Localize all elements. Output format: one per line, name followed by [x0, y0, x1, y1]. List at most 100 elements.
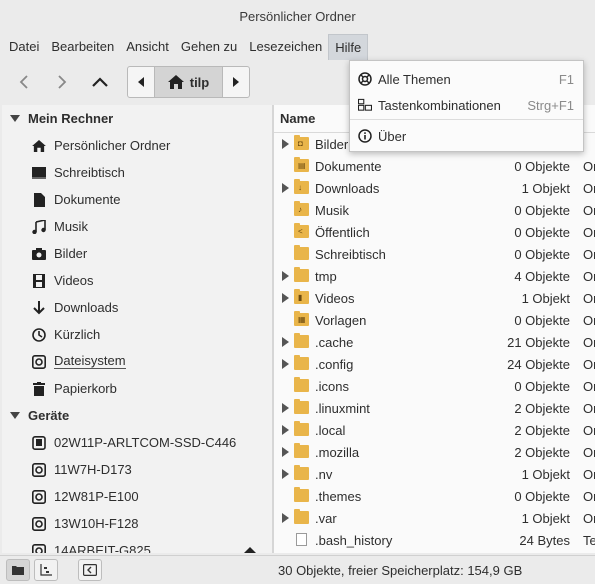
expander-icon[interactable]: [282, 445, 292, 460]
folder-icon: ♪: [294, 201, 309, 216]
sidebar-item-label: 12W81P-E100: [54, 489, 139, 504]
sidebar-item-label: Papierkorb: [54, 381, 117, 396]
expander-icon[interactable]: [282, 401, 292, 416]
path-scroll-left-button[interactable]: [128, 67, 154, 97]
file-type: Or: [583, 378, 595, 394]
menu-item-ueber[interactable]: Über: [350, 123, 583, 149]
sidebar-item-documents[interactable]: Dokumente: [2, 186, 272, 213]
toggle-tree-button[interactable]: [34, 559, 58, 581]
chevron-left-icon: [19, 75, 28, 89]
sidebar-item-device[interactable]: 02W11P-ARLTCOM-SSD-C446: [2, 429, 272, 456]
back-button[interactable]: [9, 66, 39, 98]
folder-icon: ▦: [294, 311, 309, 326]
sidebar-item-device[interactable]: 12W81P-E100: [2, 483, 272, 510]
menu-gehen-zu[interactable]: Gehen zu: [175, 34, 243, 60]
sidebar-item-filesystem[interactable]: Dateisystem: [2, 348, 272, 375]
file-row[interactable]: .config 24 Objekte Or: [274, 353, 595, 375]
menu-bearbeiten[interactable]: Bearbeiten: [45, 34, 120, 60]
sidebar-item-videos[interactable]: Videos: [2, 267, 272, 294]
sidebar: Mein Rechner Persönlicher Ordner Schreib…: [2, 105, 272, 553]
camera-icon: [32, 247, 46, 261]
sidebar-item-device[interactable]: 11W7H-D173: [2, 456, 272, 483]
expander-icon[interactable]: [282, 137, 292, 152]
sidebar-item-pictures[interactable]: Bilder: [2, 240, 272, 267]
file-row[interactable]: ▮ Videos 1 Objekt Or: [274, 287, 595, 309]
file-row[interactable]: .local 2 Objekte Or: [274, 419, 595, 441]
expander-icon[interactable]: [282, 335, 292, 350]
file-row[interactable]: ↓ Downloads 1 Objekt Or: [274, 177, 595, 199]
path-segment-home[interactable]: tilp: [153, 67, 224, 97]
file-row[interactable]: ♪ Musik 0 Objekte Or: [274, 199, 595, 221]
sidebar-item-label: Schreibtisch: [54, 165, 125, 180]
sidebar-item-downloads[interactable]: Downloads: [2, 294, 272, 321]
file-name: .bash_history: [315, 532, 393, 548]
expander-icon[interactable]: [282, 423, 292, 438]
expander-icon[interactable]: [282, 511, 292, 526]
file-row[interactable]: < Öffentlich 0 Objekte Or: [274, 221, 595, 243]
chevron-right-icon: [58, 75, 67, 89]
file-row[interactable]: ▦ Vorlagen 0 Objekte Or: [274, 309, 595, 331]
home-icon: [32, 139, 46, 153]
forward-button[interactable]: [47, 66, 77, 98]
file-type: Te: [583, 532, 595, 548]
expander-icon[interactable]: [282, 467, 292, 482]
folder-icon: [294, 355, 309, 370]
menu-lesezeichen[interactable]: Lesezeichen: [243, 34, 328, 60]
sidebar-item-home[interactable]: Persönlicher Ordner: [2, 132, 272, 159]
expander-icon[interactable]: [282, 269, 292, 284]
file-row[interactable]: .mozilla 2 Objekte Or: [274, 441, 595, 463]
folder-icon: [294, 487, 309, 502]
sidebar-item-trash[interactable]: Papierkorb: [2, 375, 272, 402]
file-type: Or: [583, 224, 595, 240]
file-row[interactable]: tmp 4 Objekte Or: [274, 265, 595, 287]
file-type: Or: [583, 290, 595, 306]
expander-icon[interactable]: [282, 357, 292, 372]
sidebar-hide-icon: [83, 564, 97, 576]
sidebar-item-music[interactable]: Musik: [2, 213, 272, 240]
toggle-sidebar-button[interactable]: [78, 559, 102, 581]
file-list: Name ◘ Bilder ▤ Dokumente 0 Objekte Or ↓ Downlo…: [274, 105, 595, 553]
sidebar-item-device[interactable]: 14ARBEIT-G825: [2, 537, 272, 553]
sidebar-section-title: Mein Rechner: [28, 111, 114, 126]
sidebar-item-label: 13W10H-F128: [54, 516, 139, 531]
menu-item-tastenkombinationen[interactable]: Tastenkombinationen Strg+F1: [350, 92, 583, 118]
file-row[interactable]: ▤ Dokumente 0 Objekte Or: [274, 155, 595, 177]
expander-icon[interactable]: [282, 291, 292, 306]
menu-ansicht[interactable]: Ansicht: [120, 34, 175, 60]
expander-icon[interactable]: [282, 181, 292, 196]
file-size: 24 Objekte: [507, 356, 570, 372]
folder-icon: [294, 377, 309, 392]
file-row[interactable]: Schreibtisch 0 Objekte Or: [274, 243, 595, 265]
file-row[interactable]: .cache 21 Objekte Or: [274, 331, 595, 353]
file-type: Or: [583, 268, 595, 284]
music-icon: [32, 219, 46, 234]
file-row[interactable]: .var 1 Objekt Or: [274, 507, 595, 529]
file-row[interactable]: .bash_history 24 Bytes Te: [274, 529, 595, 551]
up-button[interactable]: [85, 66, 115, 98]
menu-datei[interactable]: Datei: [3, 34, 45, 60]
menu-item-alle-themen[interactable]: Alle Themen F1: [350, 66, 583, 92]
eject-icon[interactable]: [244, 545, 256, 553]
file-row[interactable]: .nv 1 Objekt Or: [274, 463, 595, 485]
sidebar-item-recent[interactable]: Kürzlich: [2, 321, 272, 348]
path-bar: tilp: [127, 66, 250, 98]
path-scroll-right-button[interactable]: [223, 67, 249, 97]
path-segment-label: tilp: [189, 74, 210, 90]
menu-separator: [350, 119, 583, 120]
sidebar-item-device[interactable]: 13W10H-F128: [2, 510, 272, 537]
toggle-places-button[interactable]: [6, 559, 30, 581]
file-row[interactable]: .icons 0 Objekte Or: [274, 375, 595, 397]
folder-icon: [294, 443, 309, 458]
menu-hilfe[interactable]: Hilfe: [328, 34, 369, 60]
sidebar-item-label: Downloads: [54, 300, 119, 315]
folder-icon: ↓: [294, 179, 309, 194]
folder-icon: [294, 421, 309, 436]
menu-item-label: Alle Themen: [378, 71, 451, 87]
sidebar-item-desktop[interactable]: Schreibtisch: [2, 159, 272, 186]
file-row[interactable]: .linuxmint 2 Objekte Or: [274, 397, 595, 419]
sidebar-section-mein-rechner[interactable]: Mein Rechner: [2, 105, 272, 132]
file-row[interactable]: .themes 0 Objekte Or: [274, 485, 595, 507]
column-header-label: Name: [280, 111, 316, 126]
file-name: .mozilla: [315, 444, 360, 460]
sidebar-section-devices[interactable]: Geräte: [2, 402, 272, 429]
